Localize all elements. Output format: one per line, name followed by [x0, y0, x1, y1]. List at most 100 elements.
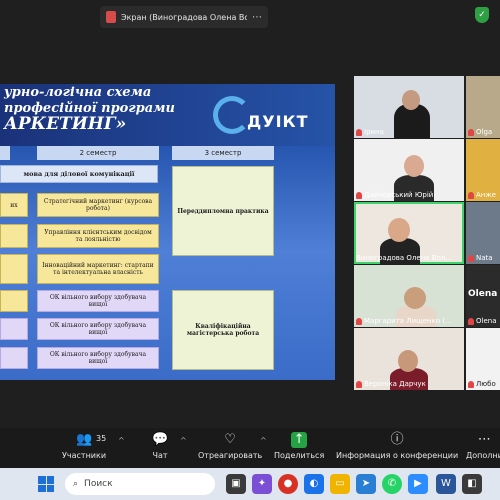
mic-muted-icon: [468, 191, 474, 199]
zoom-window: Экран (Виноградова Олена Вол ⋯ ✓ урно-ло…: [0, 0, 500, 500]
participant-label: Дайновський Юрій: [356, 191, 433, 199]
participant-tile[interactable]: Дайновський Юрій: [354, 139, 464, 201]
participant-tile-active-speaker[interactable]: Виноградова Олена Вол...: [354, 202, 464, 264]
slide-title-line1: урно-логічна схема: [4, 85, 152, 100]
file-explorer-icon[interactable]: ▭: [330, 474, 350, 494]
more-button[interactable]: ⋯ Дополни: [466, 432, 500, 460]
course-col1-5: [0, 318, 28, 340]
share-screen-icon: ↑: [291, 432, 308, 448]
react-label: Отреагировать: [198, 451, 263, 460]
course-elective-2: ОК вільного вибору здобувача вищої: [37, 318, 159, 340]
participant-tile[interactable]: Вероніка Дарчук: [354, 328, 464, 390]
participant-tile[interactable]: Olena Olena: [466, 265, 500, 327]
meeting-info-button[interactable]: ⓘ Информация о конференции: [336, 432, 458, 460]
share-button[interactable]: ↑ Поделиться: [274, 432, 324, 460]
course-col1-3: [0, 254, 28, 284]
share-label: Поделиться: [274, 451, 325, 460]
edge-icon[interactable]: ◐: [304, 474, 324, 494]
participant-name: Дайновський Юрій: [364, 191, 434, 199]
react-button[interactable]: ♡ Отреагировать: [198, 432, 262, 460]
more-icon: ⋯: [477, 432, 491, 447]
course-col1-2: [0, 224, 28, 248]
course-innovative-marketing: Інноваційний маркетинг: стартапи та інте…: [37, 254, 159, 284]
participant-tile[interactable]: Анже: [466, 139, 500, 201]
participants-caret-icon[interactable]: ^: [118, 436, 125, 445]
duikt-logo: ДУІКТ: [213, 96, 308, 136]
chat-caret-icon[interactable]: ^: [180, 436, 187, 445]
taskbar-app-icon[interactable]: ◧: [462, 474, 482, 494]
telegram-icon[interactable]: ➤: [356, 474, 376, 494]
taskbar-search[interactable]: ⌕ Поиск: [65, 473, 215, 495]
participant-tile[interactable]: Olga: [466, 76, 500, 138]
course-strategic-marketing: Стратегічний маркетинг (курсова робота): [37, 193, 159, 217]
semester1-header: [0, 146, 10, 160]
participant-tile[interactable]: Nata: [466, 202, 500, 264]
participant-label: Вероніка Дарчук: [356, 380, 426, 388]
participant-face: [388, 218, 410, 242]
info-label: Информация о конференции: [336, 451, 459, 460]
participants-label: Участники: [62, 451, 107, 460]
mic-muted-icon: [468, 128, 474, 136]
participant-name: Вероніка Дарчук: [364, 380, 426, 388]
slide-header: урно-логічна схема професійної програми …: [0, 84, 335, 146]
shared-screen-slide: урно-логічна схема професійної програми …: [0, 84, 335, 380]
participant-name: Olga: [476, 128, 493, 136]
participant-tile[interactable]: Маргарита Лищенко (...: [354, 265, 464, 327]
taskview-icon[interactable]: ▣: [226, 474, 246, 494]
participant-face: [402, 90, 420, 110]
slide-title-line3: АРКЕТИНГ»: [4, 114, 127, 134]
course-col1-6: [0, 347, 28, 369]
search-placeholder: Поиск: [84, 479, 113, 489]
course-master-thesis: Кваліфікаційна магістерська робота: [172, 290, 274, 370]
meeting-toolbar: 👥 Участники 35 ^ 💬 Чат ^ ♡ Отреагировать…: [0, 428, 500, 468]
mic-muted-icon: [468, 317, 474, 325]
chat-button[interactable]: 💬 Чат: [152, 432, 168, 460]
chrome-icon[interactable]: ●: [278, 474, 298, 494]
business-language-box: мова для ділової комунікації: [0, 165, 158, 183]
mic-muted-icon: [356, 191, 362, 199]
copilot-icon[interactable]: ✦: [252, 474, 272, 494]
mic-muted-icon: [356, 317, 362, 325]
participant-label: Olga: [468, 128, 492, 136]
semester2-header: 2 семестр: [37, 146, 159, 160]
info-icon: ⓘ: [390, 432, 404, 447]
more-label: Дополни: [466, 451, 500, 460]
mic-muted-icon: [468, 254, 474, 262]
heart-icon: ♡: [224, 432, 236, 447]
course-customer-experience: Управління клієнтським досвідом та лояль…: [37, 224, 159, 248]
semester3-header: 3 семестр: [172, 146, 274, 160]
participant-name: Маргарита Лищенко (...: [364, 317, 452, 325]
zoom-icon[interactable]: ▶: [408, 474, 428, 494]
participant-face: [398, 350, 418, 372]
participant-label: Ірина: [356, 128, 384, 136]
participant-name-placeholder: Olena: [468, 289, 498, 299]
participant-tile[interactable]: Любо: [466, 328, 500, 390]
participant-label: Маргарита Лищенко (...: [356, 317, 452, 325]
participants-count: 35: [96, 434, 107, 443]
whatsapp-icon[interactable]: ✆: [382, 474, 402, 494]
participant-name: Olena: [476, 317, 497, 325]
word-icon[interactable]: W: [436, 474, 456, 494]
logo-mark-icon: [213, 96, 251, 134]
share-indicator-bar[interactable]: Экран (Виноградова Олена Вол ⋯: [100, 6, 268, 28]
screen-share-icon: [106, 11, 116, 23]
mic-muted-icon: [468, 380, 474, 388]
participant-tile[interactable]: Ірина: [354, 76, 464, 138]
participant-label: Анже: [468, 191, 496, 199]
search-icon: ⌕: [73, 479, 79, 489]
participant-label: Nata: [468, 254, 493, 262]
participant-label: Olena: [468, 317, 497, 325]
participant-name: Ірина: [364, 128, 384, 136]
participant-name: Виноградова Олена Вол...: [356, 254, 453, 262]
course-col1-1: их: [0, 193, 28, 217]
participant-label: Любо: [468, 380, 496, 388]
mic-muted-icon: [356, 380, 362, 388]
participant-face: [404, 155, 424, 177]
participant-name: Анже: [476, 191, 496, 199]
course-elective-1: ОК вільного вибору здобувача вищої: [37, 290, 159, 312]
react-caret-icon[interactable]: ^: [260, 436, 267, 445]
windows-start-icon[interactable]: [38, 476, 54, 492]
share-title: Экран (Виноградова Олена Вол: [121, 12, 247, 22]
more-options-icon[interactable]: ⋯: [252, 12, 262, 23]
security-shield-icon[interactable]: ✓: [475, 7, 489, 23]
